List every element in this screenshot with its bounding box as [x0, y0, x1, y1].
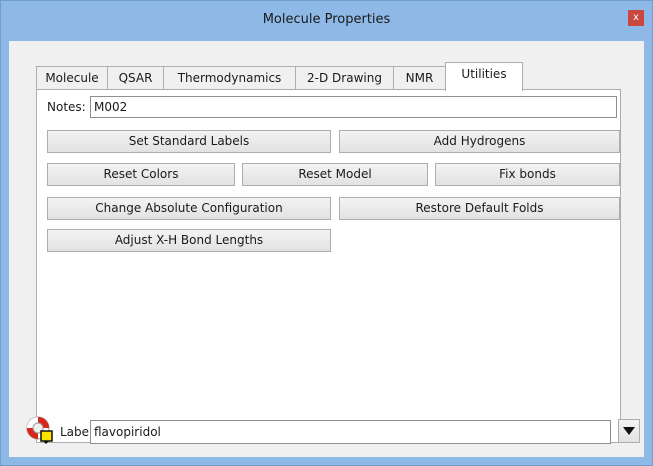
label-field[interactable]: flavopiridol: [90, 420, 611, 444]
close-button[interactable]: x: [628, 10, 644, 26]
triangle-down-icon: [623, 427, 635, 435]
tab-thermodynamics[interactable]: Thermodynamics: [163, 66, 296, 90]
tab-utilities[interactable]: Utilities: [445, 62, 523, 91]
window-title: Molecule Properties: [262, 12, 391, 27]
tab-qsar[interactable]: QSAR: [107, 66, 164, 90]
reset-model-button[interactable]: Reset Model: [242, 163, 428, 186]
tab-molecule[interactable]: Molecule: [36, 66, 108, 90]
lifebuoy-icon[interactable]: [25, 415, 55, 445]
restore-default-folds-button[interactable]: Restore Default Folds: [339, 197, 620, 220]
utilities-panel: Notes: M002 Set Standard Labels Add Hydr…: [36, 89, 621, 443]
tab-nmr[interactable]: NMR: [393, 66, 446, 90]
adjust-xh-bond-lengths-button[interactable]: Adjust X-H Bond Lengths: [47, 229, 331, 252]
fix-bonds-button[interactable]: Fix bonds: [435, 163, 620, 186]
tab-2d-drawing[interactable]: 2-D Drawing: [295, 66, 394, 90]
add-hydrogens-button[interactable]: Add Hydrogens: [339, 130, 620, 153]
notes-label: Notes:: [47, 100, 86, 114]
set-standard-labels-button[interactable]: Set Standard Labels: [47, 130, 331, 153]
label-dropdown-button[interactable]: [618, 419, 640, 443]
dialog-body: Molecule QSAR Thermodynamics 2-D Drawing…: [9, 41, 644, 457]
notes-field[interactable]: M002: [90, 96, 617, 118]
title-bar[interactable]: Molecule Properties x: [1, 1, 652, 41]
reset-colors-button[interactable]: Reset Colors: [47, 163, 235, 186]
change-absolute-configuration-button[interactable]: Change Absolute Configuration: [47, 197, 331, 220]
label-row: Label: flavopiridol: [9, 409, 644, 449]
close-icon: x: [633, 12, 639, 23]
molecule-properties-window: Molecule Properties x Molecule QSAR Ther…: [0, 0, 653, 466]
